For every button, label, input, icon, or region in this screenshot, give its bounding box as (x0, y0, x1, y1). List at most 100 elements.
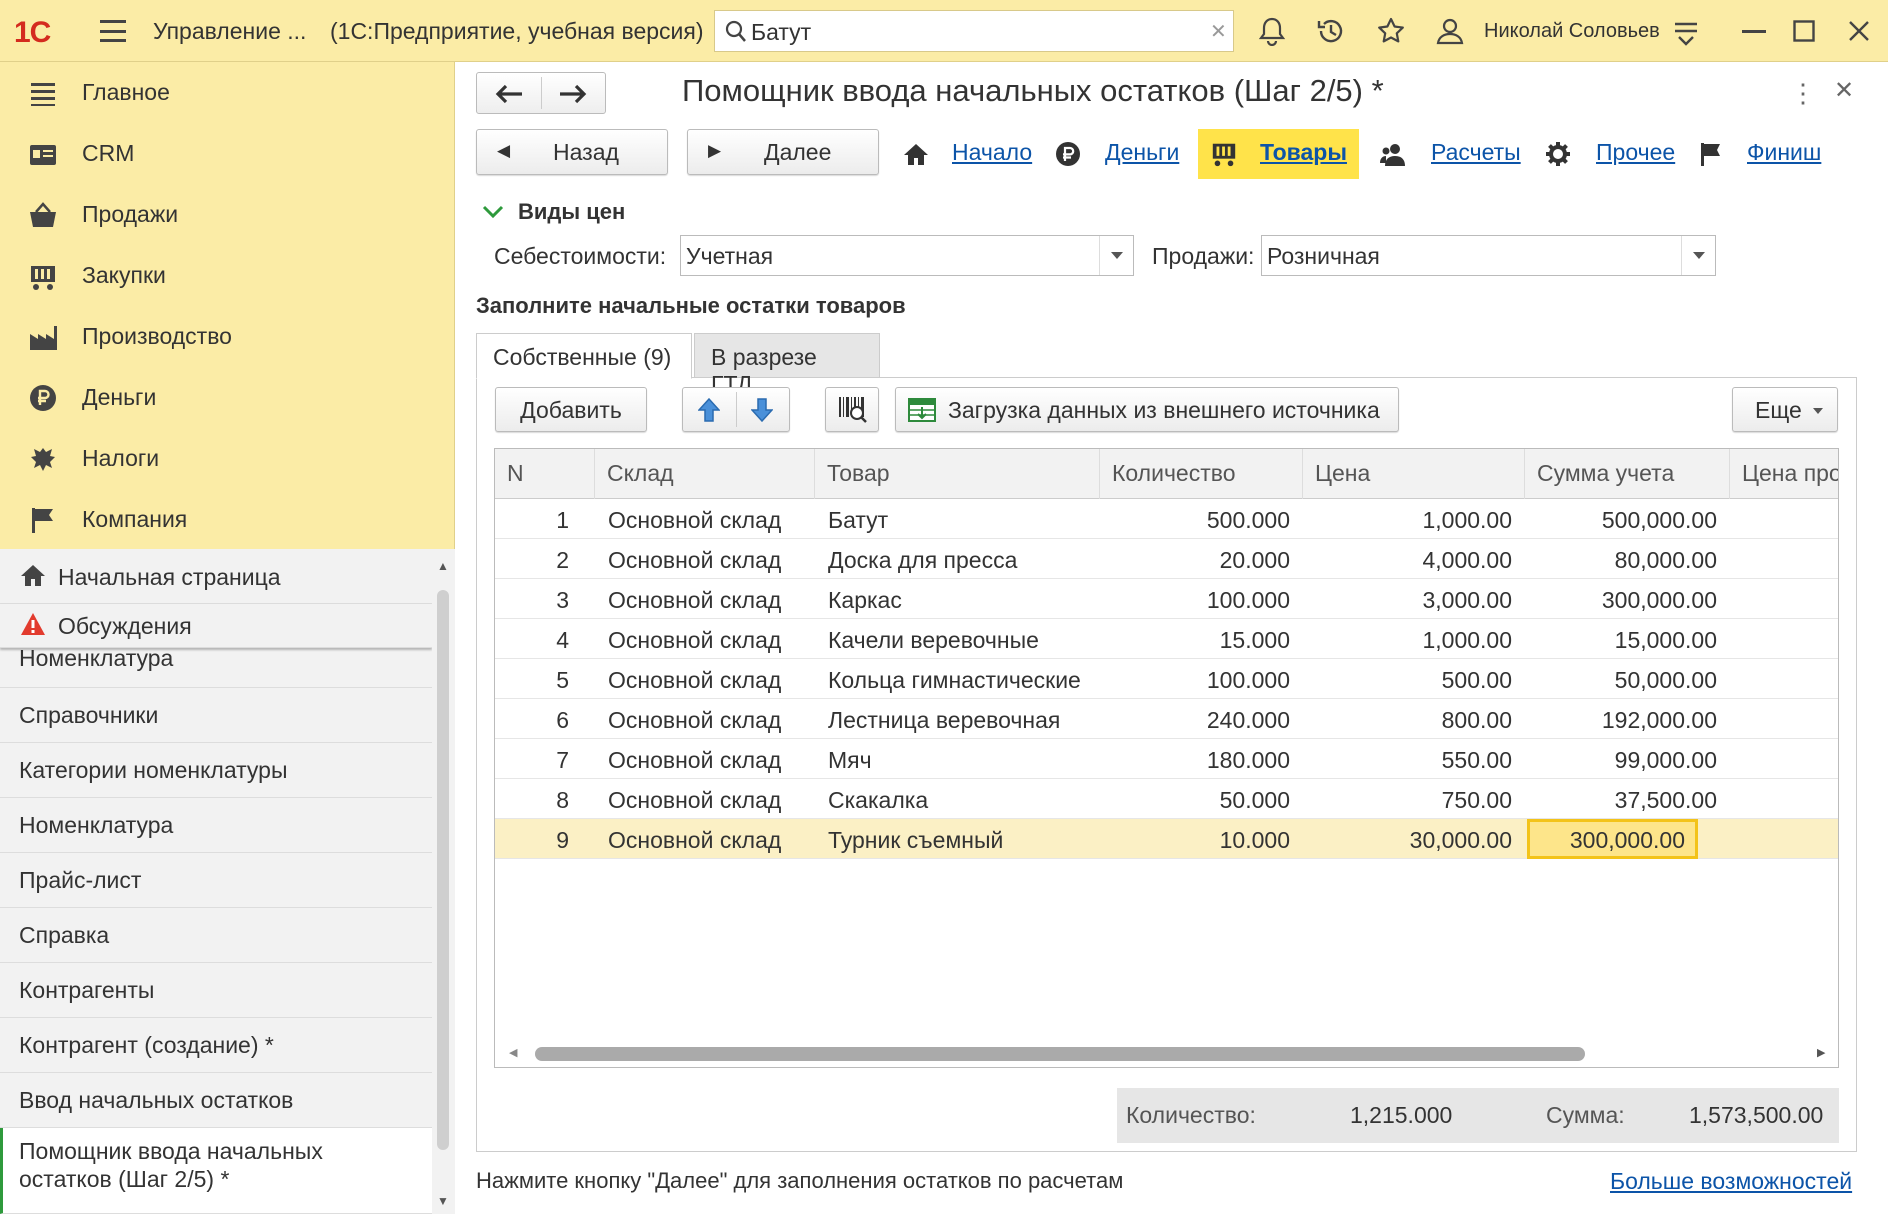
cell-n[interactable]: 4 (495, 619, 582, 659)
sales-price-select[interactable]: Розничная (1261, 235, 1716, 276)
goods-balances-table[interactable]: N Склад Товар Количество Цена Сумма учет… (494, 448, 1839, 1068)
forward-arrow-icon[interactable] (559, 84, 587, 104)
step-link-start[interactable]: Начало (952, 139, 1032, 166)
cell-sum[interactable]: 500,000.00 (1525, 499, 1730, 539)
cell-quantity[interactable]: 100.000 (1100, 659, 1303, 699)
history-item[interactable]: Справка (0, 908, 432, 963)
scroll-left-icon[interactable]: ◀ (509, 1046, 517, 1059)
nav-item-sales[interactable]: Продажи (0, 184, 455, 245)
step-link-finish[interactable]: Финиш (1747, 139, 1821, 166)
cell-price[interactable]: 800.00 (1303, 699, 1525, 739)
column-header-goods[interactable]: Товар (815, 449, 1100, 499)
cell-price[interactable]: 1,000.00 (1303, 499, 1525, 539)
cell-sum[interactable]: 50,000.00 (1525, 659, 1730, 699)
column-header-n[interactable]: N (495, 449, 595, 499)
barcode-search-button[interactable] (825, 387, 879, 432)
cell-goods[interactable]: Батут (815, 499, 1100, 539)
cell-sum[interactable]: 300,000.00 (1527, 819, 1698, 859)
nav-item-taxes[interactable]: Налоги (0, 428, 455, 489)
cell-warehouse[interactable]: Основной склад (595, 499, 815, 539)
step-link-goods[interactable]: Товары (1260, 139, 1347, 166)
nav-item-crm[interactable]: CRM (0, 123, 455, 184)
cost-price-select[interactable]: Учетная (680, 235, 1134, 276)
cell-price[interactable]: 1,000.00 (1303, 619, 1525, 659)
form-close-icon[interactable]: ✕ (1834, 76, 1854, 105)
load-external-data-button[interactable]: Загрузка данных из внешнего источника (895, 387, 1399, 432)
cell-n[interactable]: 3 (495, 579, 582, 619)
cell-warehouse[interactable]: Основной склад (595, 739, 815, 779)
column-header-sale-price[interactable]: Цена про (1730, 449, 1838, 499)
move-up-icon[interactable] (698, 398, 720, 422)
history-item[interactable]: Контрагенты (0, 963, 432, 1018)
cell-goods[interactable]: Скакалка (815, 779, 1100, 819)
cell-price[interactable]: 550.00 (1303, 739, 1525, 779)
next-button[interactable]: ▶ Далее (687, 129, 879, 175)
cell-goods[interactable]: Доска для пресса (815, 539, 1100, 579)
global-search-input[interactable]: Батут ✕ (714, 10, 1234, 52)
step-link-settlements[interactable]: Расчеты (1431, 139, 1521, 166)
main-menu-icon[interactable] (100, 20, 126, 42)
minimize-icon[interactable] (1742, 30, 1766, 34)
notifications-bell-icon[interactable] (1258, 16, 1286, 46)
cell-goods[interactable]: Турник съемный (815, 819, 1100, 859)
cell-sum[interactable]: 192,000.00 (1525, 699, 1730, 739)
dropdown-arrow-icon[interactable] (1099, 236, 1133, 275)
cell-quantity[interactable]: 180.000 (1100, 739, 1303, 779)
cell-sum[interactable]: 15,000.00 (1525, 619, 1730, 659)
cell-sum[interactable]: 37,500.00 (1525, 779, 1730, 819)
history-item[interactable]: Номенклатура (0, 798, 432, 853)
history-item[interactable]: Прайс-лист (0, 853, 432, 908)
user-name[interactable]: Николай Соловьев (1484, 20, 1660, 43)
cell-sum[interactable]: 300,000.00 (1525, 579, 1730, 619)
step-link-money[interactable]: Деньги (1105, 139, 1179, 166)
cell-price[interactable]: 4,000.00 (1303, 539, 1525, 579)
cell-n[interactable]: 6 (495, 699, 582, 739)
cell-warehouse[interactable]: Основной склад (595, 779, 815, 819)
history-item-current[interactable]: Помощник ввода начальных остатков (Шаг 2… (0, 1128, 432, 1214)
cell-n[interactable]: 5 (495, 659, 582, 699)
maximize-icon[interactable] (1793, 20, 1815, 42)
more-actions-button[interactable]: Еще (1732, 387, 1838, 432)
history-item[interactable]: Контрагент (создание) * (0, 1018, 432, 1073)
cell-sum[interactable]: 99,000.00 (1525, 739, 1730, 779)
column-header-warehouse[interactable]: Склад (595, 449, 815, 499)
cell-quantity[interactable]: 20.000 (1100, 539, 1303, 579)
back-button[interactable]: ◀ Назад (476, 129, 668, 175)
cell-quantity[interactable]: 240.000 (1100, 699, 1303, 739)
table-row[interactable]: 1 Основной склад Батут 500.000 1,000.00 500,0… (495, 499, 1838, 539)
column-header-price[interactable]: Цена (1303, 449, 1525, 499)
table-row[interactable]: 3 Основной склад Каркас 100.000 3,000.00 300,… (495, 579, 1838, 619)
column-header-sum[interactable]: Сумма учета (1525, 449, 1730, 499)
back-arrow-icon[interactable] (495, 84, 523, 104)
cell-n[interactable]: 2 (495, 539, 582, 579)
table-row[interactable]: 2 Основной склад Доска для пресса 20.000 4,0… (495, 539, 1838, 579)
scroll-right-icon[interactable]: ▶ (1817, 1046, 1825, 1059)
cell-n[interactable]: 1 (495, 499, 582, 539)
cell-warehouse[interactable]: Основной склад (595, 659, 815, 699)
close-window-icon[interactable] (1848, 20, 1870, 42)
cell-n[interactable]: 8 (495, 779, 582, 819)
table-row[interactable]: 4 Основной склад Качели веревочные 15.000 1,… (495, 619, 1838, 659)
cell-warehouse[interactable]: Основной склад (595, 699, 815, 739)
cell-price[interactable]: 500.00 (1303, 659, 1525, 699)
history-clock-icon[interactable] (1316, 16, 1346, 46)
cell-warehouse[interactable]: Основной склад (595, 619, 815, 659)
cell-sum[interactable]: 80,000.00 (1525, 539, 1730, 579)
scroll-down-icon[interactable]: ▼ (437, 1194, 449, 1208)
history-item[interactable]: Категории номенклатуры (0, 743, 432, 798)
cell-price[interactable]: 30,000.00 (1303, 819, 1525, 859)
favorites-star-icon[interactable] (1376, 16, 1406, 46)
cell-n[interactable]: 7 (495, 739, 582, 779)
nav-item-main[interactable]: Главное (0, 62, 455, 123)
step-goods-active[interactable]: Товары (1198, 129, 1359, 179)
settings-menu-icon[interactable] (1673, 20, 1699, 46)
cell-n[interactable]: 9 (495, 819, 582, 859)
step-link-other[interactable]: Прочее (1596, 139, 1675, 166)
history-item[interactable]: Номенклатура (0, 641, 432, 688)
history-scroll-thumb[interactable] (437, 590, 449, 1150)
cell-quantity[interactable]: 50.000 (1100, 779, 1303, 819)
cell-quantity[interactable]: 15.000 (1100, 619, 1303, 659)
history-item[interactable]: Справочники (0, 688, 432, 743)
more-possibilities-link[interactable]: Больше возможностей (1610, 1168, 1852, 1195)
cell-goods[interactable]: Качели веревочные (815, 619, 1100, 659)
